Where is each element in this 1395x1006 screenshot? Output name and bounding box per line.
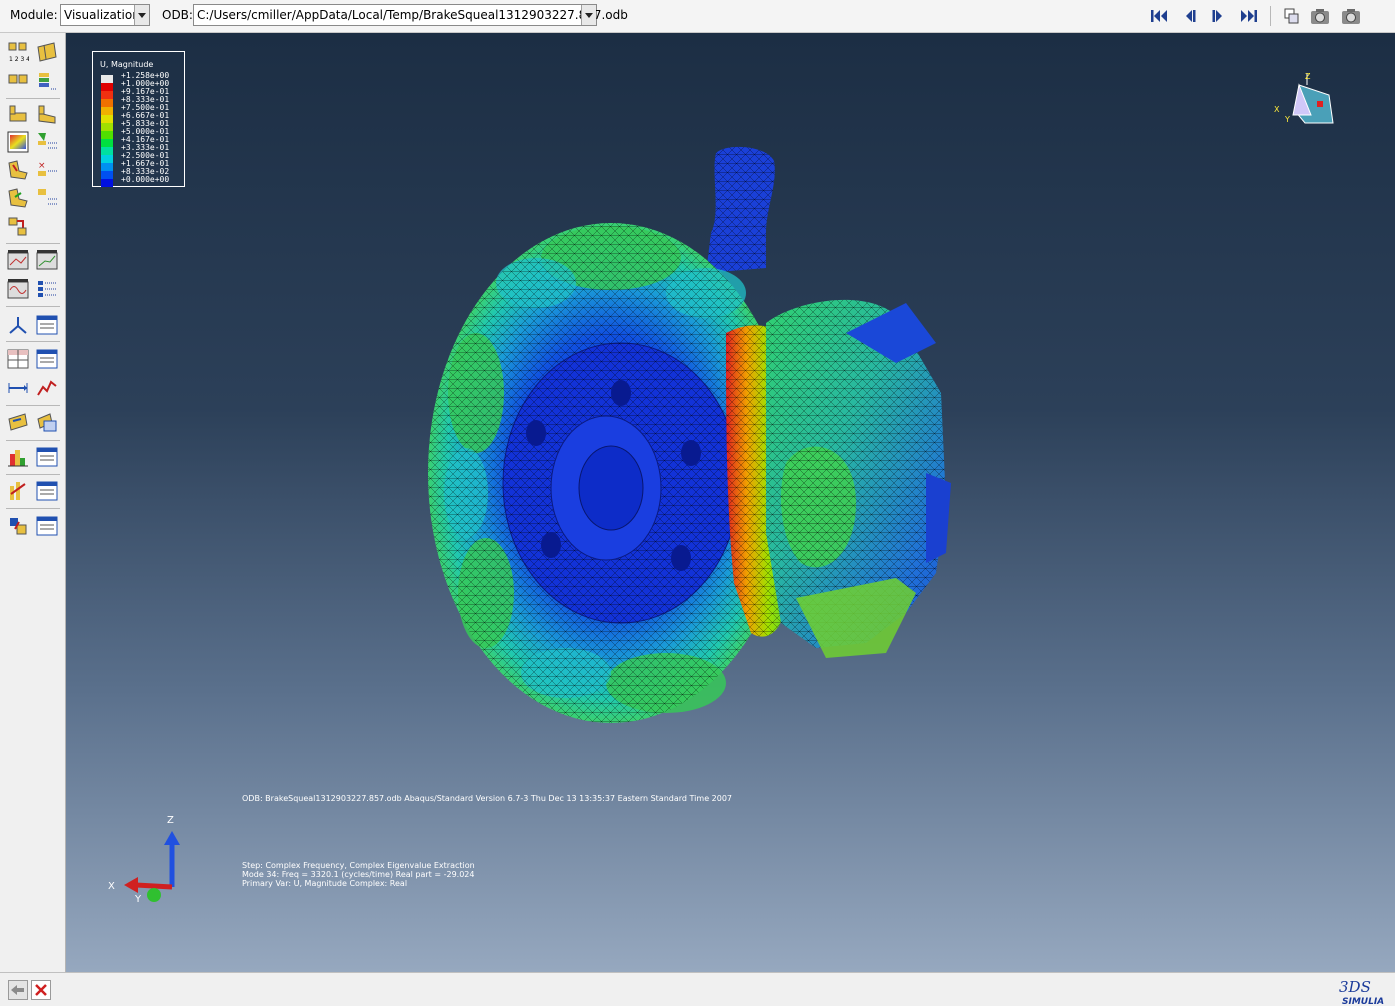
create-coordinate-system-icon[interactable] [7, 314, 29, 336]
viewport-layout-icon[interactable] [1280, 6, 1302, 26]
display-group-manager-icon[interactable] [36, 411, 58, 433]
mini-triad-y-label: Y [1284, 115, 1290, 124]
create-xy-data-icon[interactable] [7, 348, 29, 370]
brake-model-render [428, 146, 951, 723]
message-bar: 3DS SIMULIA [0, 972, 1395, 1006]
triad-z-label: Z [167, 815, 174, 826]
camera-movie-icon[interactable] [1340, 6, 1362, 26]
plot-deformed-icon[interactable] [36, 41, 58, 63]
view-cut-manager-icon[interactable] [36, 446, 58, 468]
legend-swatch [101, 179, 113, 187]
allow-multiple-plot-states-icon[interactable] [7, 215, 29, 237]
toolbox-separator [6, 474, 60, 475]
module-select[interactable]: Visualization [60, 4, 150, 26]
toolbox-separator [6, 98, 60, 99]
display-body-manager-icon[interactable] [36, 515, 58, 537]
mini-triad-x-label: X [1274, 105, 1280, 114]
animate-scale-factor-icon[interactable] [7, 249, 29, 271]
stream-manager-icon[interactable] [36, 480, 58, 502]
legend-swatch [101, 83, 113, 91]
triad-y-label: Y [134, 894, 142, 905]
plot-undeformed-icon[interactable]: 1 2 3 4 [7, 41, 29, 63]
triad-x-label: X [108, 881, 115, 892]
xy-plot-icon[interactable] [36, 377, 58, 399]
plot-symbols-icon[interactable] [7, 159, 29, 181]
orientation-options-icon[interactable] [36, 187, 58, 209]
create-path-icon[interactable] [7, 377, 29, 399]
toolbox-separator [6, 405, 60, 406]
mini-triad-z-label: Z [1305, 72, 1311, 81]
legend-swatch [101, 139, 113, 147]
legend-swatch [101, 99, 113, 107]
plot-material-orientations-icon[interactable] [7, 187, 29, 209]
animate-harmonic-icon[interactable] [7, 278, 29, 300]
legend-swatch [101, 91, 113, 99]
mode-info-text: Mode 34: Freq = 3320.1 (cycles/time) Rea… [242, 870, 475, 879]
plot-contours-undeformed-icon[interactable] [7, 103, 29, 125]
toolbox-separator [6, 508, 60, 509]
chevron-down-icon[interactable] [134, 5, 149, 25]
first-frame-icon[interactable] [1148, 6, 1170, 26]
back-arrow-icon[interactable] [8, 980, 28, 1000]
axis-triad: Z X Y [108, 815, 180, 905]
create-display-body-icon[interactable] [7, 515, 29, 537]
svg-text:×: × [38, 161, 46, 171]
plot-contours-deformed-icon[interactable] [36, 103, 58, 125]
simulia-logo: 3DS SIMULIA [1339, 978, 1384, 1006]
contour-options-icon[interactable] [36, 131, 58, 153]
legend-swatch [101, 123, 113, 131]
animate-time-history-icon[interactable] [36, 249, 58, 271]
toolbox-separator [6, 440, 60, 441]
legend-value: +0.000e+00 [121, 175, 170, 184]
odb-select[interactable]: C:/Users/cmiller/AppData/Local/Temp/Brak… [193, 4, 628, 26]
xy-data-manager-icon[interactable] [36, 348, 58, 370]
viewport-canvas[interactable]: U, Magnitude +1.258e+00 +1.000e+00 +9.167e… [66, 33, 1395, 972]
plot-frames-icon[interactable] [7, 71, 29, 93]
legend-swatch [101, 75, 113, 83]
animation-options-icon[interactable] [36, 278, 58, 300]
toolbox-separator [6, 243, 60, 244]
toolbox-separator [6, 341, 60, 342]
next-frame-icon[interactable] [1208, 6, 1230, 26]
context-bar: Module: Visualization ODB: C:/Users/cmil… [0, 0, 1395, 33]
toolbox: 1 2 3 4 × [0, 33, 66, 972]
primary-var-text: Primary Var: U, Magnitude Complex: Real [242, 879, 408, 888]
legend-swatch [101, 131, 113, 139]
common-options-icon[interactable] [36, 71, 58, 93]
symbol-options-icon[interactable]: × [36, 159, 58, 181]
previous-frame-icon[interactable] [1178, 6, 1200, 26]
chevron-down-icon[interactable] [581, 5, 596, 25]
step-info-text: Step: Complex Frequency, Complex Eigenva… [242, 861, 475, 870]
odb-select-value: C:/Users/cmiller/AppData/Local/Temp/Brak… [197, 8, 628, 22]
simulia-brand-mark: 3DS [1339, 978, 1371, 996]
module-label: Module: [10, 8, 58, 22]
plot-contours-icon[interactable] [7, 131, 29, 153]
legend-swatch [101, 163, 113, 171]
legend-swatch [101, 115, 113, 123]
legend-title: U, Magnitude [100, 60, 154, 69]
module-select-value: Visualization [64, 8, 140, 22]
legend-swatch [101, 147, 113, 155]
odb-info-text: ODB: BrakeSqueal1312903227.857.odb Abaqu… [242, 794, 733, 803]
camera-icon[interactable] [1309, 6, 1331, 26]
last-frame-icon[interactable] [1238, 6, 1260, 26]
create-display-group-icon[interactable] [7, 411, 29, 433]
legend-swatch [101, 171, 113, 179]
coordinate-system-manager-icon[interactable] [36, 314, 58, 336]
create-stream-icon[interactable] [7, 480, 29, 502]
view-orientation-cube[interactable]: Z X Y [1271, 71, 1336, 127]
toolbar-separator [1270, 6, 1271, 26]
toolbox-separator [6, 306, 60, 307]
legend-swatch [101, 155, 113, 163]
legend-swatch [101, 107, 113, 115]
odb-label: ODB: [162, 8, 193, 22]
contour-legend[interactable]: U, Magnitude +1.258e+00 +1.000e+00 +9.167e… [92, 51, 185, 187]
create-view-cut-icon[interactable] [7, 446, 29, 468]
svg-text:1 2 3 4: 1 2 3 4 [9, 56, 29, 63]
cancel-close-icon[interactable] [31, 980, 51, 1000]
